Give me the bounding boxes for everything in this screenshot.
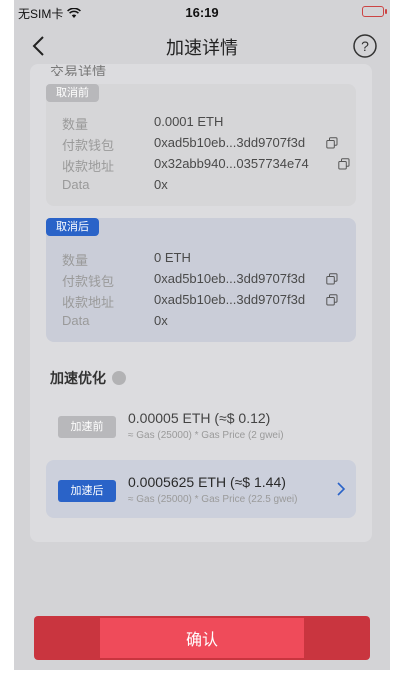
row-label: 付款钱包 [62,138,115,153]
after-row-amount: 数量 0 ETH [46,248,356,268]
before-row-amount: 数量 0.0001 ETH [46,112,356,132]
speedup-title-text: 加速优化 [50,370,106,386]
row-value: 0x [154,313,168,328]
row-label: Data [62,313,90,328]
after-row-payer: 付款钱包 0xad5b10eb...3dd9707f3d [46,269,356,289]
help-icon[interactable]: ? [352,33,378,59]
before-row-payer: 付款钱包 0xad5b10eb...3dd9707f3d [46,133,356,153]
row-value: 0x32abb940...0357734e74 [154,156,309,171]
svg-text:?: ? [361,38,369,54]
status-bar: 无SIM卡 16:19 [14,0,390,26]
row-label: 数量 [62,253,89,268]
option-amount: 0.00005 ETH (≈$ 0.12) [128,410,271,426]
row-label: 收款地址 [62,295,115,310]
after-row-data: Data 0x [46,311,356,331]
speedup-title: 加速优化 [50,368,126,388]
speedup-option-before[interactable]: 加速前 0.00005 ETH (≈$ 0.12) ≈ Gas (25000) … [46,396,356,454]
tx-section-label: 交易详情 [50,64,106,76]
option-detail: ≈ Gas (25000) * Gas Price (22.5 gwei) [128,494,298,505]
battery-icon [362,6,387,17]
row-label: 收款地址 [62,159,115,174]
confirm-button[interactable]: 确认 [100,618,304,658]
chevron-right-icon [337,482,346,496]
copy-icon[interactable] [326,273,338,285]
nav-bar: 加速详情 ? [14,28,390,64]
copy-icon[interactable] [326,294,338,306]
speedup-option-after[interactable]: 加速后 0.0005625 ETH (≈$ 1.44) ≈ Gas (25000… [46,460,356,518]
option-detail: ≈ Gas (25000) * Gas Price (2 gwei) [128,430,284,441]
status-time: 16:19 [185,5,219,20]
confirm-bar: 确认 [34,616,370,660]
screen: 无SIM卡 16:19 加速详情 ? 交易详情 取消前 数量 0.0001 ET… [14,0,390,670]
row-value: 0xad5b10eb...3dd9707f3d [154,271,306,286]
row-value: 0.0001 ETH [154,114,224,129]
row-value: 0x [154,177,168,192]
row-label: Data [62,177,90,192]
after-box: 取消后 数量 0 ETH 付款钱包 0xad5b10eb...3dd9707f3… [46,218,356,342]
option-tag-before: 加速前 [58,416,116,438]
after-tag: 取消后 [46,218,99,236]
copy-icon[interactable] [338,158,350,170]
copy-icon[interactable] [326,137,338,149]
row-value: 0xad5b10eb...3dd9707f3d [154,135,306,150]
info-icon[interactable] [112,371,126,385]
after-row-receiver: 收款地址 0xad5b10eb...3dd9707f3d [46,290,356,310]
before-tag: 取消前 [46,84,99,102]
option-amount: 0.0005625 ETH (≈$ 1.44) [128,474,286,490]
option-tag-after: 加速后 [58,480,116,502]
before-row-data: Data 0x [46,175,356,195]
row-value: 0 ETH [154,250,191,265]
before-box: 取消前 数量 0.0001 ETH 付款钱包 0xad5b10eb...3dd9… [46,84,356,206]
row-label: 付款钱包 [62,274,115,289]
row-label: 数量 [62,117,89,132]
row-value: 0xad5b10eb...3dd9707f3d [154,292,306,307]
before-row-receiver: 收款地址 0x32abb940...0357734e74 [46,154,356,174]
page-title: 加速详情 [166,38,238,58]
detail-card: 交易详情 取消前 数量 0.0001 ETH 付款钱包 0xad5b10eb..… [30,64,372,542]
